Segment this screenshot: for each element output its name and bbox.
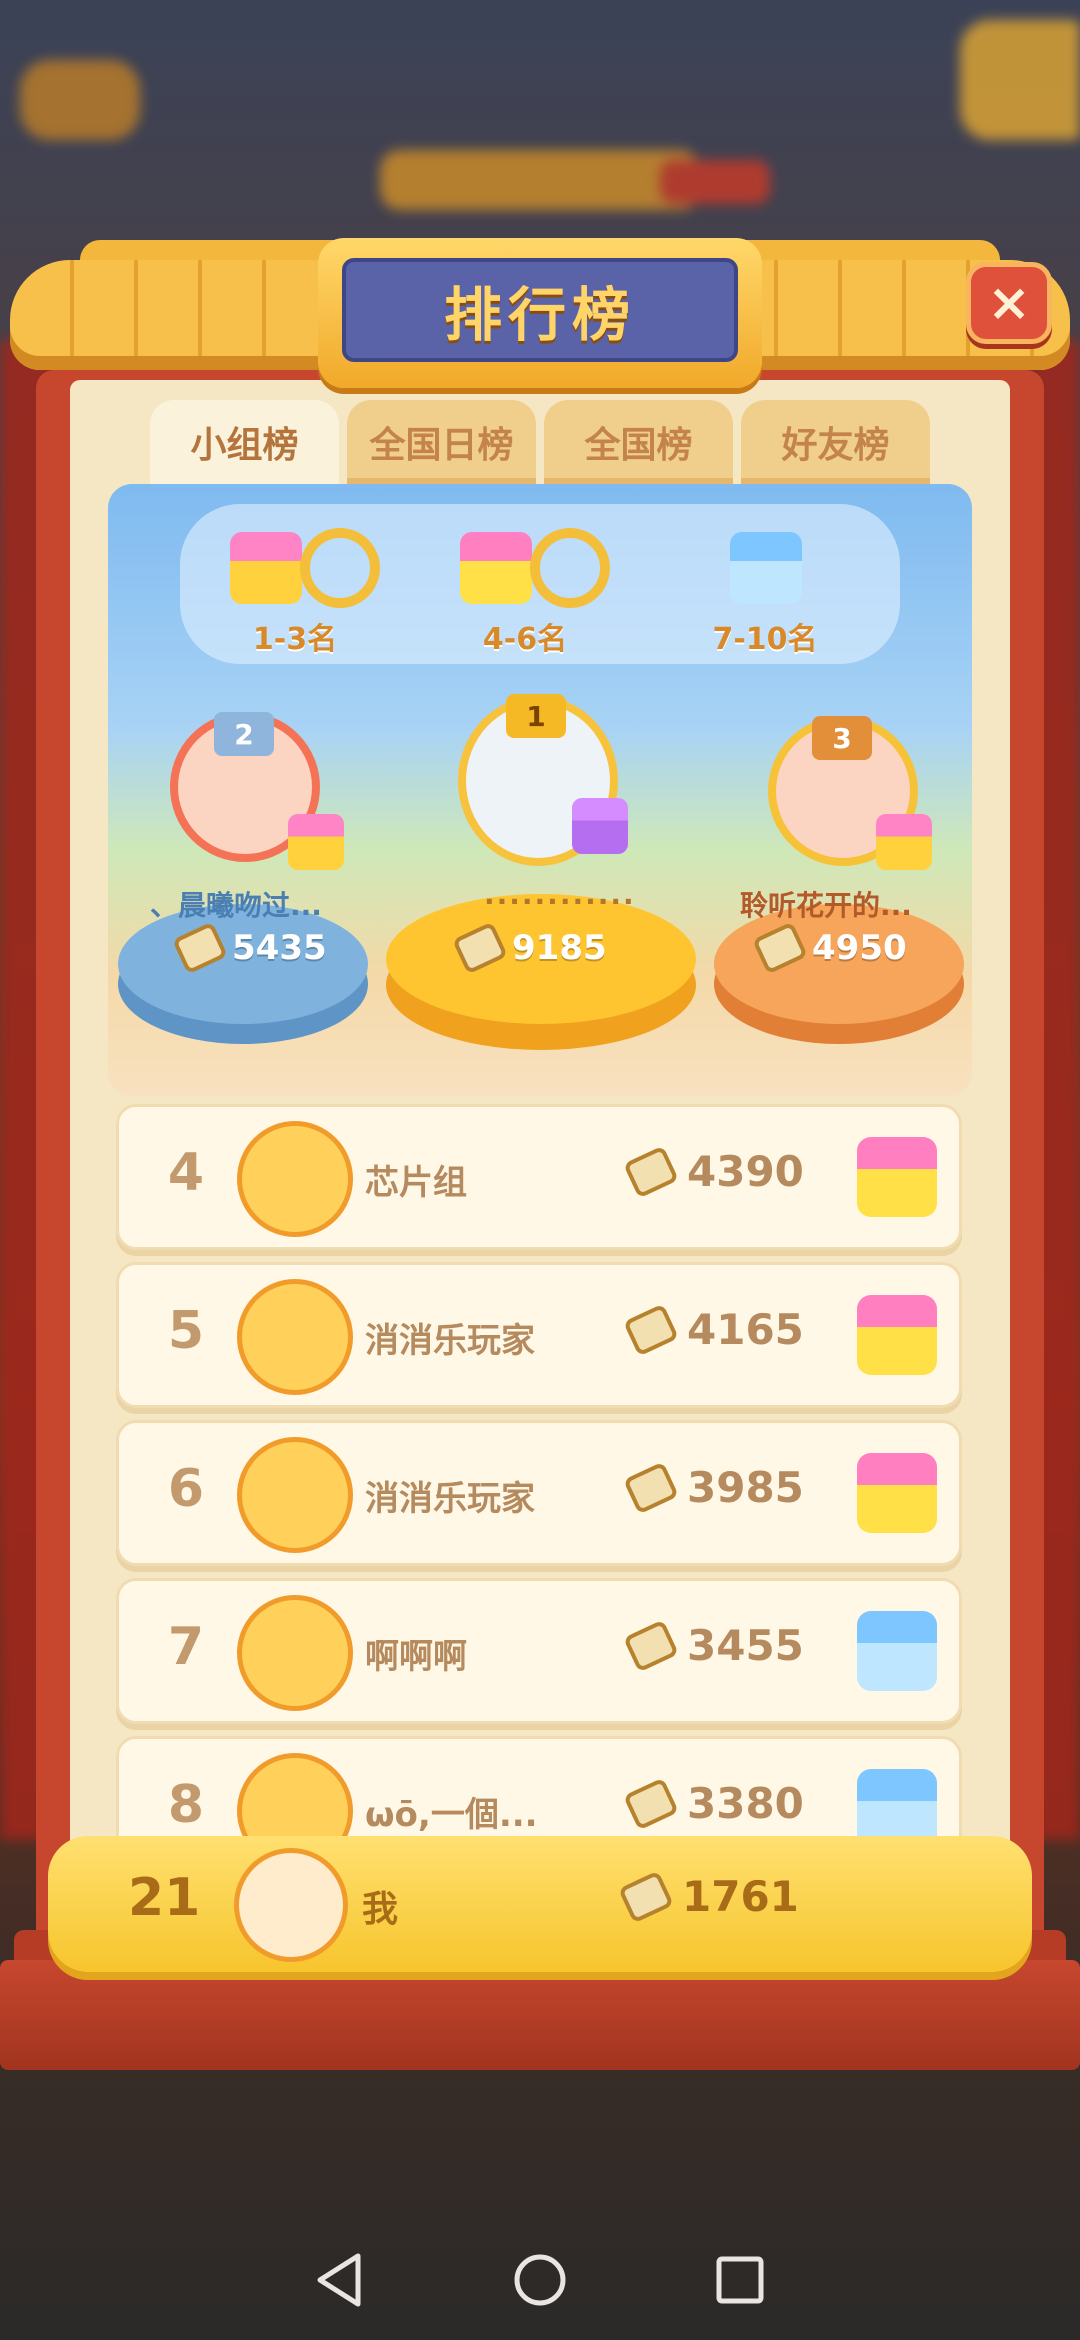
player-score: 9185 (452, 921, 607, 975)
tab-national[interactable]: 全国榜 (544, 400, 733, 484)
tab-national-daily[interactable]: 全国日榜 (347, 400, 536, 484)
tab-bar: 小组榜 全国日榜 全国榜 好友榜 (150, 400, 930, 484)
recents-button[interactable] (710, 2250, 770, 2310)
list-item[interactable]: 6 消消乐玩家 3985 (116, 1420, 962, 1566)
avatar[interactable] (234, 1848, 348, 1962)
gift-icon[interactable] (857, 1295, 937, 1375)
brush-icon (618, 1869, 674, 1924)
score-value: 4390 (687, 1147, 804, 1196)
score-value: 4950 (812, 928, 907, 968)
wreath-icon (300, 528, 380, 608)
gift-icon[interactable] (857, 1137, 937, 1217)
list-item[interactable]: 8 ωō,一個... 3380 (116, 1736, 962, 1839)
brush-icon (623, 1776, 679, 1831)
player-score: 4165 (623, 1302, 804, 1357)
back-triangle-icon (317, 2253, 361, 2307)
title-plaque: 排行榜 (318, 238, 762, 388)
player-score: 4950 (752, 921, 907, 975)
home-circle-icon (514, 2254, 566, 2306)
list-item[interactable]: 4 芯片组 4390 (116, 1104, 962, 1250)
player-score: 3455 (623, 1618, 804, 1673)
rank-number: 5 (167, 1301, 205, 1361)
avatar[interactable] (237, 1121, 353, 1237)
system-nav-bar (0, 2220, 1080, 2340)
wreath-icon (530, 528, 610, 608)
gift-icon[interactable] (857, 1453, 937, 1533)
close-button[interactable]: × (966, 262, 1052, 344)
player-name: ωō,一個... (365, 1795, 538, 1835)
player-name: 、晨曦吻过... (150, 889, 322, 922)
player-name: 芯片组 (365, 1163, 467, 1203)
gift-icon (876, 814, 932, 870)
rank-number: 8 (167, 1775, 205, 1835)
gift-icon[interactable] (857, 1769, 937, 1839)
crown-badge: 3 (812, 716, 872, 760)
reward-tier-label: 1-3名 (252, 622, 338, 657)
brush-icon (623, 1460, 679, 1515)
list-item[interactable]: 7 啊啊啊 3455 (116, 1578, 962, 1724)
player-score: 5435 (172, 921, 327, 975)
brush-icon (172, 921, 228, 975)
gift-icon[interactable] (857, 1611, 937, 1691)
rank-number: 7 (167, 1617, 205, 1677)
player-score: 1761 (618, 1869, 799, 1924)
score-value: 1761 (682, 1872, 799, 1921)
page-title: 排行榜 (443, 281, 636, 349)
player-score: 4390 (623, 1144, 804, 1199)
list-item[interactable]: 5 消消乐玩家 4165 (116, 1262, 962, 1408)
avatar[interactable] (237, 1753, 353, 1839)
tab-friends[interactable]: 好友榜 (741, 400, 930, 484)
home-button[interactable] (510, 2250, 570, 2310)
close-icon: × (987, 273, 1031, 333)
player-name: ............ (484, 878, 636, 911)
rank-number: 4 (167, 1143, 205, 1203)
brush-icon (623, 1618, 679, 1673)
my-rank-row[interactable]: 21 我 1761 (48, 1836, 1032, 1972)
recents-square-icon (716, 2256, 764, 2304)
score-value: 4165 (687, 1305, 804, 1354)
frame-base (0, 1960, 1080, 2070)
player-name: 啊啊啊 (365, 1637, 467, 1677)
podium-section: 1-3名 4-6名 7-10名 2 1 3 、晨曦吻过... .........… (108, 484, 972, 1096)
score-value: 5435 (232, 928, 327, 968)
score-value: 3380 (687, 1779, 804, 1828)
reward-tier-3: 7-10名 (670, 528, 860, 658)
brush-icon (623, 1144, 679, 1199)
brush-icon (623, 1302, 679, 1357)
crown-badge: 2 (214, 712, 274, 756)
tab-group[interactable]: 小组榜 (150, 400, 339, 484)
crown-badge: 1 (506, 694, 566, 738)
player-name: 消消乐玩家 (365, 1479, 535, 1519)
reward-tier-label: 4-6名 (482, 622, 568, 657)
pink-gift-icon (230, 532, 302, 604)
player-name: 我 (362, 1889, 399, 1930)
brush-icon (752, 921, 808, 975)
player-score: 3380 (623, 1776, 804, 1831)
blue-gift-icon (730, 532, 802, 604)
player-name: 聆听花开的... (740, 889, 912, 922)
reward-tier-1: 1-3名 (200, 528, 390, 658)
avatar[interactable] (237, 1279, 353, 1395)
brush-icon (452, 921, 508, 975)
avatar[interactable] (237, 1595, 353, 1711)
back-button[interactable] (310, 2250, 370, 2310)
gift-icon (288, 814, 344, 870)
reward-tier-2: 4-6名 (430, 528, 620, 658)
yellow-gift-icon (460, 532, 532, 604)
gift-icon (572, 798, 628, 854)
rank-list[interactable]: 4 芯片组 4390 5 消消乐玩家 4165 6 消消乐玩家 3985 7 啊… (116, 1104, 962, 1839)
reward-tiers[interactable]: 1-3名 4-6名 7-10名 (180, 504, 900, 664)
score-value: 3985 (687, 1463, 804, 1512)
player-score: 3985 (623, 1460, 804, 1515)
rank-number: 6 (167, 1459, 205, 1519)
reward-tier-label: 7-10名 (712, 622, 818, 657)
score-value: 3455 (687, 1621, 804, 1670)
rank-number: 21 (128, 1868, 201, 1928)
avatar[interactable] (237, 1437, 353, 1553)
player-name: 消消乐玩家 (365, 1321, 535, 1361)
score-value: 9185 (512, 928, 607, 968)
